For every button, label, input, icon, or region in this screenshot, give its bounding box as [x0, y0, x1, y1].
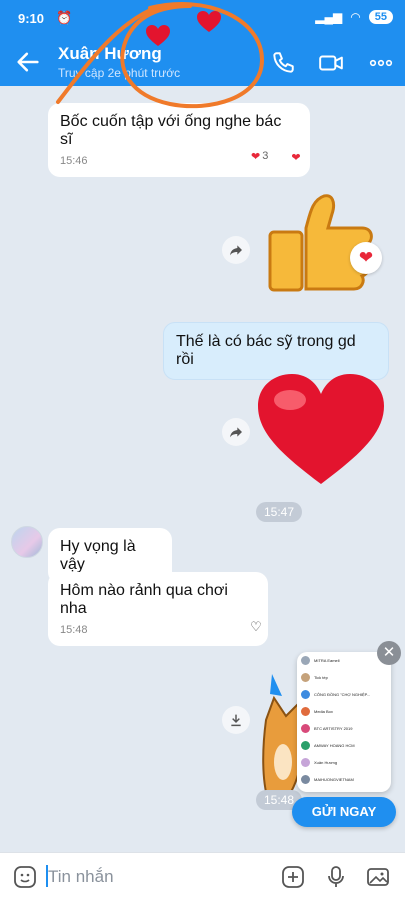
avatar	[301, 724, 310, 733]
battery-indicator: 55	[368, 10, 393, 24]
avatar	[301, 758, 310, 767]
avatar	[301, 656, 310, 665]
close-popup-button[interactable]: ✕	[377, 641, 401, 665]
heart-outline-icon: ♡	[250, 619, 262, 634]
avatar	[301, 775, 310, 784]
list-item[interactable]: Xuân Hương	[297, 754, 391, 771]
time-separator: 15:47	[256, 502, 303, 522]
list-item[interactable]: AMWAY HOANG HCM	[297, 737, 391, 754]
heart-icon: ❤	[358, 248, 374, 267]
message-composer: Tin nhắn	[0, 852, 405, 900]
avatar	[301, 741, 310, 750]
back-arrow-icon[interactable]	[14, 48, 42, 76]
message-time: 15:48	[60, 624, 88, 636]
reaction-count: 3	[262, 150, 269, 162]
share-preview-popup[interactable]: MITRA Eamell Tick tép CÔNG ĐỒNG "CHỢ NGH…	[297, 652, 391, 792]
clock: 9:10	[18, 11, 45, 26]
message-text: Hy vọng là vậy	[60, 538, 136, 573]
close-icon: ✕	[382, 644, 396, 661]
react-heart-button[interactable]: ♡	[244, 615, 268, 639]
avatar	[301, 673, 310, 682]
sticker-icon[interactable]	[12, 864, 38, 890]
more-options-icon[interactable]	[368, 50, 394, 76]
list-item[interactable]: CÔNG ĐỒNG "CHỢ NGHIỆP...	[297, 686, 391, 703]
list-item-label: AMWAY HOANG HCM	[314, 743, 355, 748]
contact-name[interactable]: Xuân Hương	[58, 44, 162, 64]
microphone-icon[interactable]	[323, 864, 349, 890]
message-bubble-incoming[interactable]: Hôm nào rảnh qua chơi nha 15:48	[48, 572, 268, 646]
list-item-label: Xuân Hương	[314, 760, 338, 765]
image-icon[interactable]	[365, 864, 391, 890]
signal-icon: ▂▄▆	[315, 10, 343, 24]
alarm-icon: ⏰	[56, 10, 73, 25]
list-item-label: BTC ARTISTRY 2019	[314, 726, 353, 731]
heart-sticker[interactable]	[254, 370, 388, 490]
status-bar: 9:10 ⏰ ▂▄▆ ◠ 55	[0, 0, 405, 38]
list-item[interactable]: BTC ARTISTRY 2019	[297, 720, 391, 737]
add-icon[interactable]	[280, 864, 306, 890]
list-item-label: MITRA Eamell	[314, 658, 340, 663]
share-arrow-icon	[230, 245, 242, 256]
react-heart-button[interactable]: ❤	[284, 145, 308, 169]
list-item-label: Media Box	[314, 709, 333, 714]
phone-icon[interactable]	[270, 50, 296, 76]
download-button[interactable]	[222, 706, 250, 734]
reaction-summary[interactable]: ❤ 3	[245, 145, 275, 167]
sticker-reaction[interactable]: ❤	[350, 242, 382, 274]
last-seen-status: Truy cập 2e phút trước	[58, 66, 181, 80]
avatar	[301, 690, 310, 699]
message-bubble-incoming[interactable]: Bốc cuốn tập với ống nghe bác sĩ 15:46	[48, 103, 310, 177]
video-call-icon[interactable]	[318, 50, 344, 76]
avatar[interactable]	[11, 526, 43, 558]
message-text: Bốc cuốn tập với ống nghe bác sĩ	[60, 113, 282, 148]
message-input[interactable]: Tin nhắn	[48, 867, 114, 887]
list-item[interactable]: MAIHUONGVIETNAM	[297, 771, 391, 788]
list-item[interactable]: Media Box	[297, 703, 391, 720]
share-button[interactable]	[222, 236, 250, 264]
status-icons: ▂▄▆ ◠ 55	[315, 10, 393, 24]
avatar	[301, 707, 310, 716]
wifi-icon: ◠	[350, 10, 361, 24]
chat-header: Xuân Hương Truy cập 2e phút trước	[0, 38, 405, 86]
message-text: Thế là có bác sỹ trong gd rồi	[176, 333, 356, 368]
list-item-label: CÔNG ĐỒNG "CHỢ NGHIỆP...	[314, 692, 371, 697]
heart-icon: ❤	[251, 150, 261, 163]
send-now-button[interactable]: GỬI NGAY	[292, 797, 396, 827]
heart-icon: ❤	[291, 151, 301, 164]
share-arrow-icon	[230, 427, 242, 438]
download-icon	[231, 714, 241, 727]
list-item-label: MAIHUONGVIETNAM	[314, 777, 354, 782]
share-button[interactable]	[222, 418, 250, 446]
list-item-label: Tick tép	[314, 675, 328, 680]
message-text: Hôm nào rảnh qua chơi nha	[60, 582, 228, 617]
list-item[interactable]: Tick tép	[297, 669, 391, 686]
